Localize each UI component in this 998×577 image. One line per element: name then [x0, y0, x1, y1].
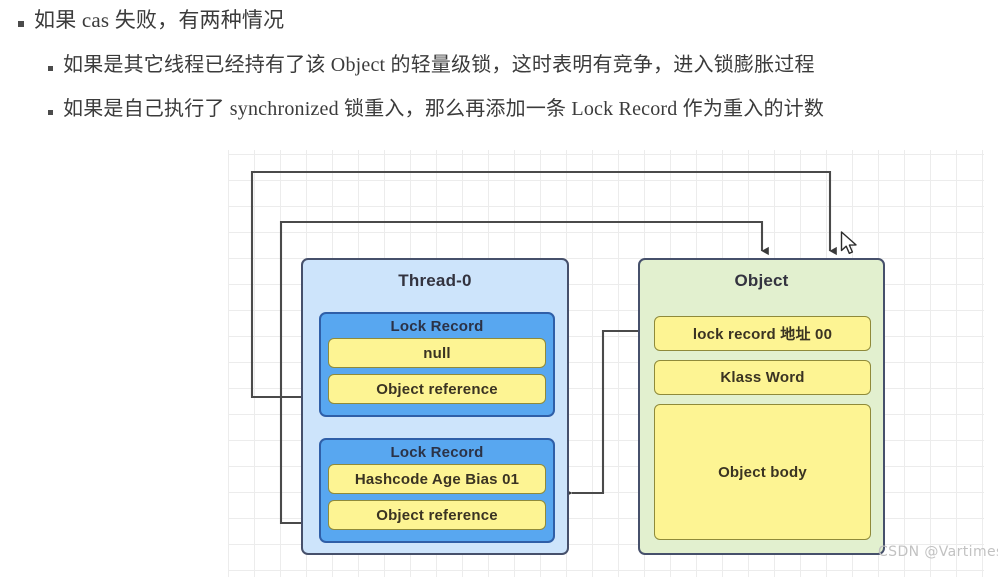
watermark: CSDN @Vartimes [878, 544, 998, 560]
thread-title: Thread-0 [398, 271, 472, 290]
object-box[interactable]: Object lock record 地址 00 Klass Word Obje… [638, 258, 885, 555]
lock-record-title: Lock Record [390, 318, 484, 335]
lock-record-2[interactable]: Lock Record Hashcode Age Bias 01 Object … [319, 438, 555, 543]
lock-record-field[interactable]: Hashcode Age Bias 01 [328, 464, 546, 494]
lock-record-field[interactable]: Object reference [328, 374, 546, 404]
list-item: 如果是自己执行了 synchronized 锁重入，那么再添加一条 Lock R… [0, 99, 998, 119]
lock-record-1[interactable]: Lock Record null Object reference [319, 312, 555, 417]
object-field-mark-word[interactable]: lock record 地址 00 [654, 316, 871, 351]
note-text: 如果是其它线程已经持有了该 Object 的轻量级锁，这时表明有竞争，进入锁膨胀… [63, 54, 815, 76]
note-text: 如果 cas 失败，有两种情况 [34, 8, 285, 32]
list-item: 如果 cas 失败，有两种情况 [0, 10, 998, 31]
square-bullet-icon [18, 21, 24, 27]
thread-box[interactable]: Thread-0 Lock Record null Object referen… [301, 258, 569, 555]
list-item: 如果是其它线程已经持有了该 Object 的轻量级锁，这时表明有竞争，进入锁膨胀… [0, 55, 998, 75]
square-bullet-icon [48, 110, 53, 115]
mouse-pointer-icon [840, 231, 857, 254]
note-text: 如果是自己执行了 synchronized 锁重入，那么再添加一条 Lock R… [63, 98, 825, 120]
lock-record-field[interactable]: null [328, 338, 546, 368]
object-title: Object [734, 271, 789, 290]
object-field-klass-word[interactable]: Klass Word [654, 360, 871, 395]
lock-record-title: Lock Record [390, 444, 484, 461]
notes-list: 如果 cas 失败，有两种情况 如果是其它线程已经持有了该 Object 的轻量… [0, 0, 998, 119]
lock-record-field[interactable]: Object reference [328, 500, 546, 530]
square-bullet-icon [48, 66, 53, 71]
object-field-object-body[interactable]: Object body [654, 404, 871, 540]
